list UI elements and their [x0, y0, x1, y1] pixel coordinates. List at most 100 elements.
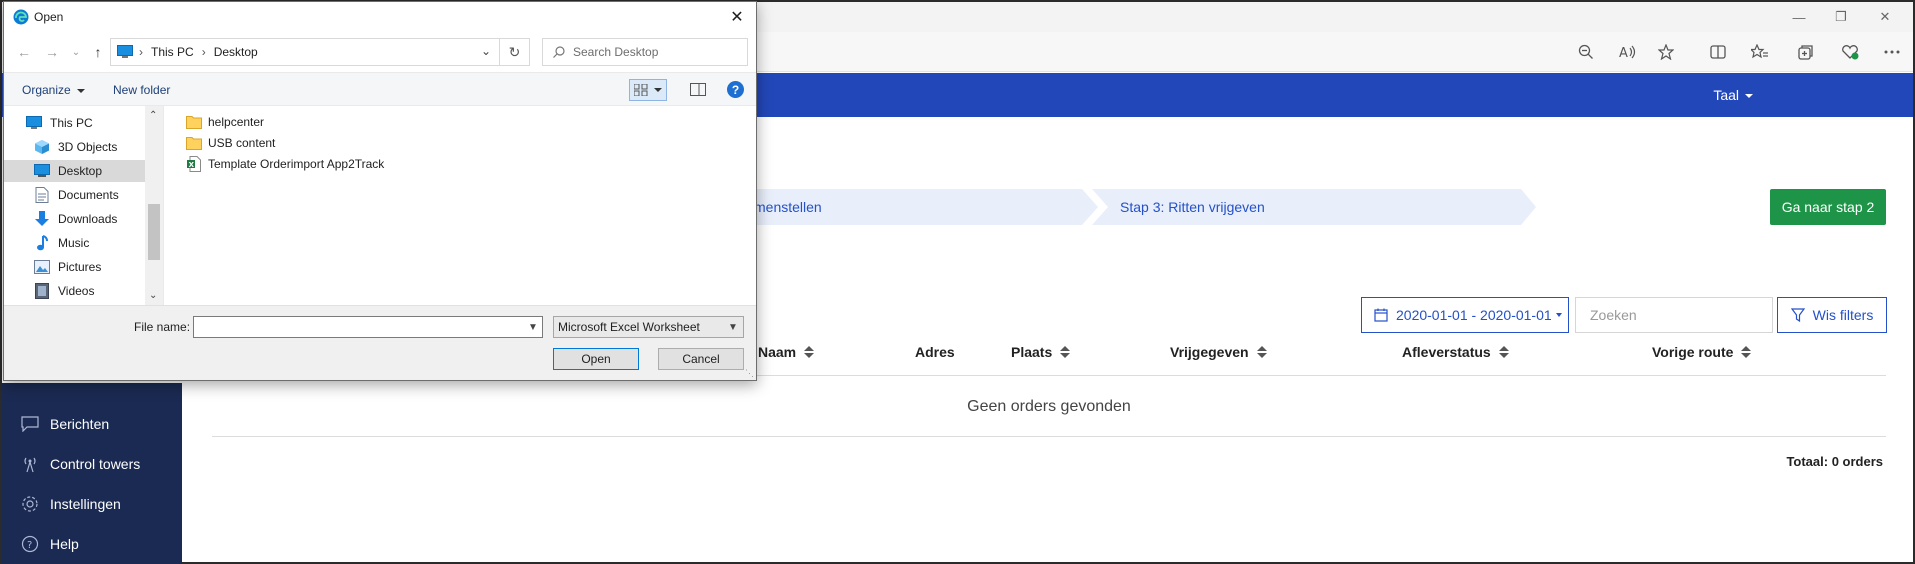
- sidebar-item-label: Help: [50, 536, 79, 552]
- navigation-scrollbar[interactable]: ⌃ ⌄: [145, 106, 163, 305]
- column-label: Adres: [915, 344, 955, 360]
- nav-item-this-pc[interactable]: This PC: [4, 112, 145, 134]
- zoom-out-icon[interactable]: [1572, 39, 1600, 65]
- file-item-template-orderimport[interactable]: X Template Orderimport App2Track: [186, 154, 384, 174]
- message-icon: [20, 414, 40, 434]
- cancel-button[interactable]: Cancel: [658, 348, 744, 370]
- minimize-icon[interactable]: —: [1781, 6, 1817, 28]
- sidebar-item-instellingen[interactable]: Instellingen: [20, 492, 121, 516]
- favorite-star-icon[interactable]: [1652, 39, 1680, 65]
- column-header-plaats[interactable]: Plaats: [1011, 344, 1071, 360]
- dialog-title: Open: [34, 10, 64, 24]
- scroll-down-icon[interactable]: ⌄: [149, 290, 157, 301]
- sidebar: Berichten Control towers Instellingen ? …: [2, 383, 182, 564]
- video-icon: [34, 283, 50, 299]
- file-type-select[interactable]: Microsoft Excel Worksheet ▼: [553, 316, 744, 338]
- chevron-down-icon[interactable]: ⌄: [481, 44, 491, 58]
- nav-item-documents[interactable]: Documents: [4, 184, 145, 206]
- split-screen-icon[interactable]: [1704, 39, 1732, 65]
- nav-item-3d-objects[interactable]: 3D Objects: [4, 136, 145, 158]
- file-name-input[interactable]: ▼: [193, 316, 543, 338]
- step-2[interactable]: menstellen: [754, 189, 822, 225]
- next-step-button[interactable]: Ga naar stap 2: [1770, 189, 1886, 225]
- gear-icon: [20, 494, 40, 514]
- column-header-adres: Adres: [915, 344, 955, 360]
- search-desktop-input[interactable]: Search Desktop: [542, 38, 748, 66]
- file-item-helpcenter[interactable]: helpcenter: [186, 112, 264, 132]
- sidebar-item-help[interactable]: ? Help: [20, 532, 79, 556]
- search-input[interactable]: Zoeken: [1575, 297, 1773, 333]
- computer-icon: [117, 45, 133, 59]
- open-button[interactable]: Open: [553, 348, 639, 370]
- sort-icon: [1498, 346, 1509, 358]
- search-placeholder: Search Desktop: [573, 45, 659, 59]
- close-icon[interactable]: ✕: [1867, 6, 1903, 28]
- read-aloud-icon[interactable]: A: [1614, 39, 1642, 65]
- view-options-button[interactable]: [629, 79, 667, 101]
- nav-item-label: Videos: [58, 284, 95, 298]
- up-arrow-icon[interactable]: ↑: [88, 43, 108, 61]
- clear-filters-label: Wis filters: [1812, 307, 1874, 323]
- excel-file-icon: X: [186, 156, 202, 172]
- forward-arrow-icon[interactable]: →: [42, 43, 62, 61]
- help-icon: ?: [20, 534, 40, 554]
- column-header-vorige-route[interactable]: Vorige route: [1652, 344, 1752, 360]
- favorites-list-icon[interactable]: [1746, 39, 1774, 65]
- column-label: Plaats: [1011, 344, 1053, 360]
- search-icon: [553, 46, 565, 58]
- close-icon[interactable]: ✕: [724, 5, 750, 29]
- scroll-up-icon[interactable]: ⌃: [149, 110, 157, 121]
- address-bar[interactable]: › This PC › Desktop ⌄: [110, 38, 500, 66]
- file-name: USB content: [208, 136, 276, 150]
- sidebar-item-berichten[interactable]: Berichten: [20, 412, 109, 436]
- open-file-dialog: Open ✕ ← → ⌄ ↑ › This PC › Desktop ⌄ ↻ S…: [3, 1, 757, 381]
- nav-item-label: Documents: [58, 188, 119, 202]
- preview-pane-icon[interactable]: [690, 83, 706, 96]
- sort-icon: [1741, 346, 1752, 358]
- column-label: Afleverstatus: [1402, 344, 1491, 360]
- column-header-naam[interactable]: Naam: [758, 344, 815, 360]
- nav-item-desktop[interactable]: Desktop: [4, 160, 145, 182]
- more-options-icon[interactable]: [1878, 39, 1906, 65]
- empty-state-text: Geen orders gevonden: [967, 398, 1131, 415]
- refresh-icon[interactable]: ↻: [500, 38, 530, 66]
- language-menu[interactable]: Taal: [1713, 87, 1753, 103]
- nav-item-downloads[interactable]: Downloads: [4, 208, 145, 230]
- organize-menu[interactable]: Organize: [22, 83, 85, 97]
- tower-icon: [20, 454, 40, 474]
- nav-item-videos[interactable]: Videos: [4, 280, 145, 302]
- collections-icon[interactable]: [1792, 39, 1820, 65]
- nav-item-label: Downloads: [58, 212, 118, 226]
- scrollbar-thumb[interactable]: [148, 204, 160, 260]
- file-type-value: Microsoft Excel Worksheet: [558, 320, 700, 334]
- view-grid-icon: [630, 84, 652, 96]
- calendar-icon: [1374, 308, 1388, 322]
- column-header-vrijgegeven[interactable]: Vrijgegeven: [1170, 344, 1267, 360]
- sidebar-item-control-towers[interactable]: Control towers: [20, 452, 140, 476]
- back-arrow-icon[interactable]: ←: [14, 43, 34, 61]
- new-folder-button[interactable]: New folder: [113, 83, 170, 97]
- nav-item-music[interactable]: Music: [4, 232, 145, 254]
- table-footer-divider: [212, 436, 1886, 437]
- step-2-label: menstellen: [754, 199, 822, 215]
- browser-essentials-icon[interactable]: [1836, 39, 1864, 65]
- file-name: Template Orderimport App2Track: [208, 157, 385, 171]
- file-item-usb-content[interactable]: USB content: [186, 133, 275, 153]
- breadcrumb-separator: ›: [201, 45, 206, 59]
- svg-text:X: X: [189, 161, 195, 169]
- resize-grip-icon[interactable]: ⋱: [745, 368, 754, 379]
- chevron-down-icon[interactable]: ▼: [524, 317, 542, 337]
- date-range-filter[interactable]: 2020-01-01 - 2020-01-01: [1361, 297, 1569, 333]
- nav-item-label: Pictures: [58, 260, 102, 274]
- step-3[interactable]: Stap 3: Ritten vrijgeven: [1120, 189, 1265, 225]
- column-header-afleverstatus[interactable]: Afleverstatus: [1402, 344, 1509, 360]
- caret-down-icon: [1745, 94, 1753, 99]
- folder-icon: [186, 135, 202, 151]
- clear-filters-button[interactable]: Wis filters: [1777, 297, 1887, 333]
- help-icon[interactable]: ?: [727, 81, 744, 98]
- breadcrumb-this-pc[interactable]: This PC: [151, 45, 194, 59]
- restore-icon[interactable]: ❐: [1823, 6, 1859, 28]
- recent-locations-chevron-icon[interactable]: ⌄: [66, 43, 86, 61]
- breadcrumb-desktop[interactable]: Desktop: [214, 45, 258, 59]
- nav-item-pictures[interactable]: Pictures: [4, 256, 145, 278]
